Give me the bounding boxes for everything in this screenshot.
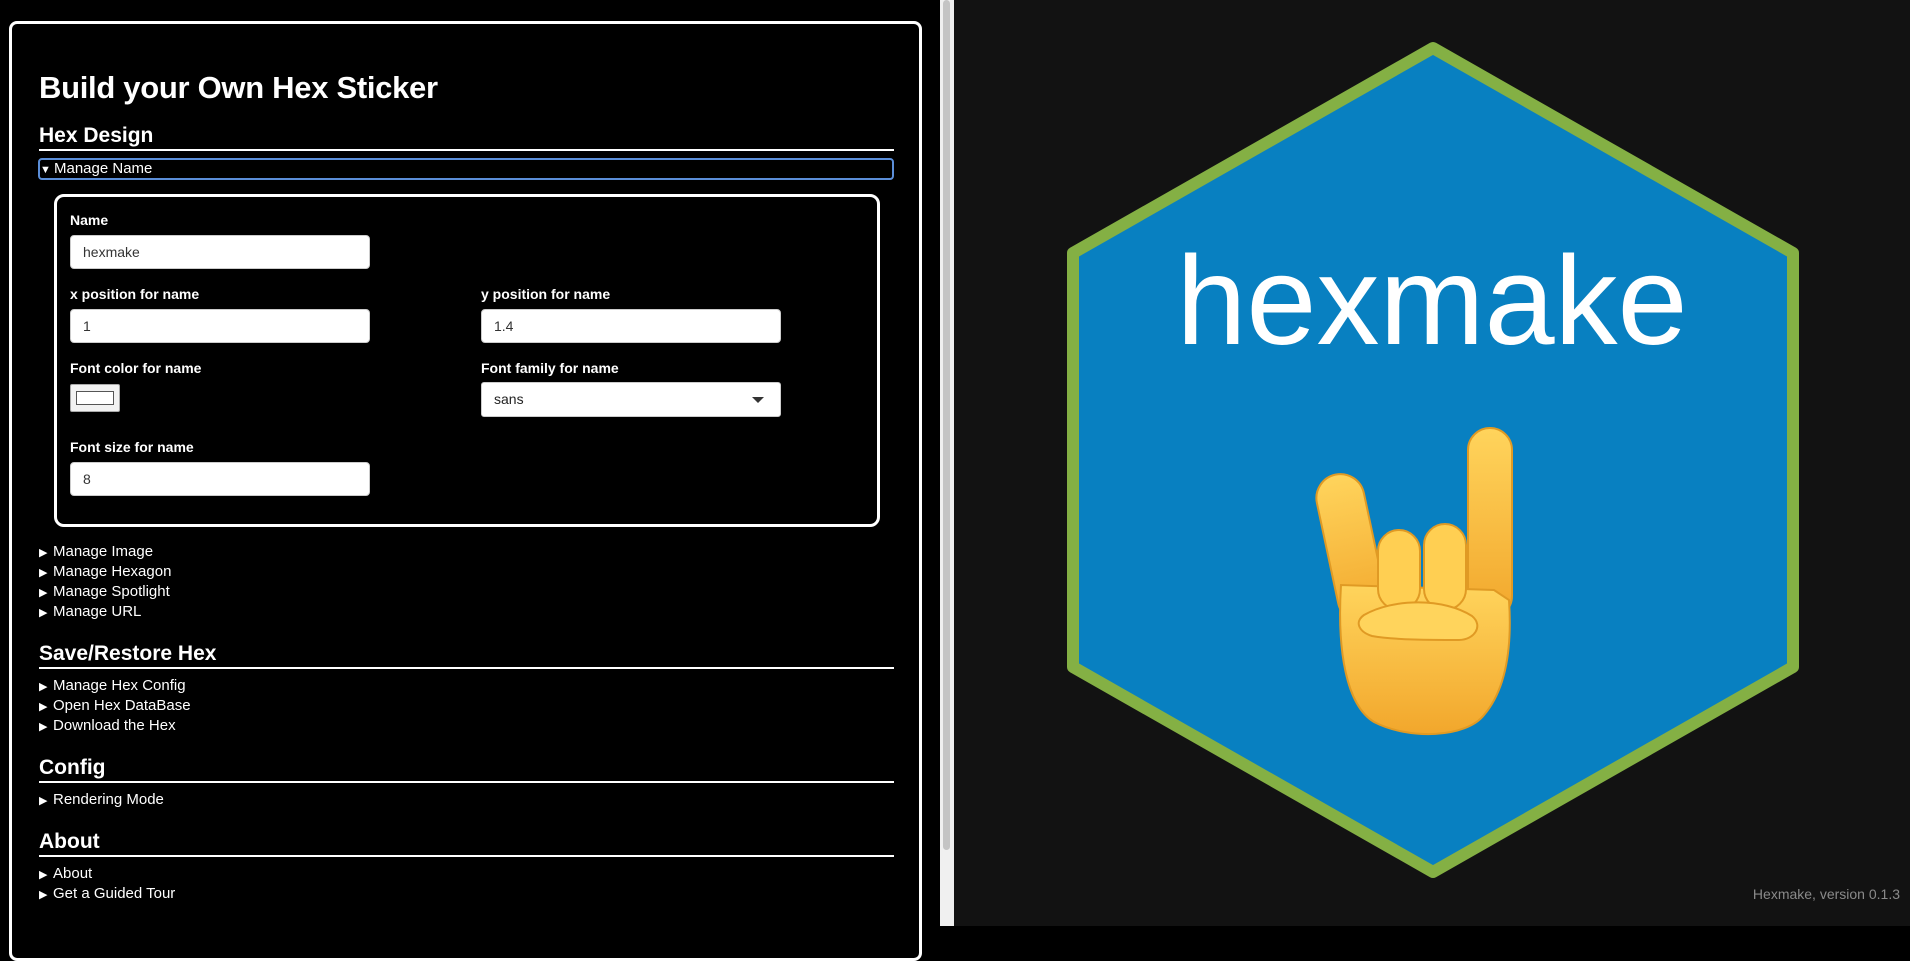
accordion-rendering-mode[interactable]: ▶ Rendering Mode bbox=[39, 791, 164, 810]
accordion-manage-spotlight[interactable]: ▶ Manage Spotlight bbox=[39, 583, 170, 602]
accordion-download-hex[interactable]: ▶ Download the Hex bbox=[39, 717, 176, 736]
accordion-manage-name[interactable]: ▼ Manage Name bbox=[38, 158, 894, 180]
accordion-label: Download the Hex bbox=[53, 717, 176, 734]
accordion-label: Manage Spotlight bbox=[53, 583, 170, 600]
section-heading-save-restore: Save/Restore Hex bbox=[39, 642, 894, 669]
triangle-right-icon: ▶ bbox=[39, 889, 48, 901]
accordion-manage-url[interactable]: ▶ Manage URL bbox=[39, 603, 141, 622]
section-heading-config: Config bbox=[39, 756, 894, 783]
accordion-manage-hex-config[interactable]: ▶ Manage Hex Config bbox=[39, 677, 186, 696]
font-color-label: Font color for name bbox=[70, 360, 202, 376]
accordion-manage-hexagon[interactable]: ▶ Manage Hexagon bbox=[39, 563, 171, 582]
y-position-label: y position for name bbox=[481, 286, 611, 302]
x-position-input[interactable] bbox=[70, 309, 370, 343]
y-position-input[interactable] bbox=[481, 309, 781, 343]
triangle-right-icon: ▶ bbox=[39, 567, 48, 579]
accordion-label: Get a Guided Tour bbox=[53, 885, 176, 902]
triangle-right-icon: ▶ bbox=[39, 681, 48, 693]
accordion-guided-tour[interactable]: ▶ Get a Guided Tour bbox=[39, 885, 175, 904]
triangle-down-icon: ▼ bbox=[40, 164, 51, 176]
font-color-picker[interactable] bbox=[70, 384, 120, 412]
accordion-label: Manage Name bbox=[54, 160, 153, 177]
font-family-value: sans bbox=[494, 391, 524, 407]
hex-preview-panel: hexmake Hexmake, version 0.1.3 bbox=[954, 0, 1910, 926]
font-family-select[interactable]: sans bbox=[481, 382, 781, 417]
caret-down-icon bbox=[752, 397, 764, 403]
color-swatch bbox=[76, 391, 114, 405]
sticker-name-text: hexmake bbox=[1176, 230, 1687, 371]
accordion-manage-image[interactable]: ▶ Manage Image bbox=[39, 543, 153, 562]
scrollbar-thumb[interactable] bbox=[943, 0, 950, 850]
name-input[interactable] bbox=[70, 235, 370, 269]
section-heading-about: About bbox=[39, 830, 894, 857]
triangle-right-icon: ▶ bbox=[39, 795, 48, 807]
triangle-right-icon: ▶ bbox=[39, 587, 48, 599]
accordion-label: Open Hex DataBase bbox=[53, 697, 191, 714]
accordion-label: Manage Image bbox=[53, 543, 154, 560]
page-title: Build your Own Hex Sticker bbox=[39, 70, 438, 105]
panel-scrollbar[interactable] bbox=[940, 0, 954, 926]
hex-border bbox=[1067, 42, 1799, 878]
font-size-input[interactable] bbox=[70, 462, 370, 496]
accordion-label: Rendering Mode bbox=[53, 791, 164, 808]
triangle-right-icon: ▶ bbox=[39, 869, 48, 881]
version-label: Hexmake, version 0.1.3 bbox=[1752, 886, 1900, 902]
name-label: Name bbox=[70, 212, 109, 228]
accordion-open-hex-database[interactable]: ▶ Open Hex DataBase bbox=[39, 697, 191, 716]
accordion-label: About bbox=[53, 865, 93, 882]
sidebar-panel: Build your Own Hex Sticker Hex Design ▼ M… bbox=[0, 0, 940, 961]
x-position-label: x position for name bbox=[70, 286, 200, 302]
accordion-about[interactable]: ▶ About bbox=[39, 865, 92, 884]
accordion-label: Manage Hex Config bbox=[53, 677, 186, 694]
triangle-right-icon: ▶ bbox=[39, 701, 48, 713]
accordion-label: Manage URL bbox=[53, 603, 142, 620]
font-family-label: Font family for name bbox=[481, 360, 619, 376]
hex-sticker: hexmake bbox=[1067, 42, 1799, 878]
section-heading-hex-design: Hex Design bbox=[39, 124, 894, 151]
triangle-right-icon: ▶ bbox=[39, 607, 48, 619]
accordion-label: Manage Hexagon bbox=[53, 563, 172, 580]
triangle-right-icon: ▶ bbox=[39, 721, 48, 733]
triangle-right-icon: ▶ bbox=[39, 547, 48, 559]
font-size-label: Font size for name bbox=[70, 439, 194, 455]
